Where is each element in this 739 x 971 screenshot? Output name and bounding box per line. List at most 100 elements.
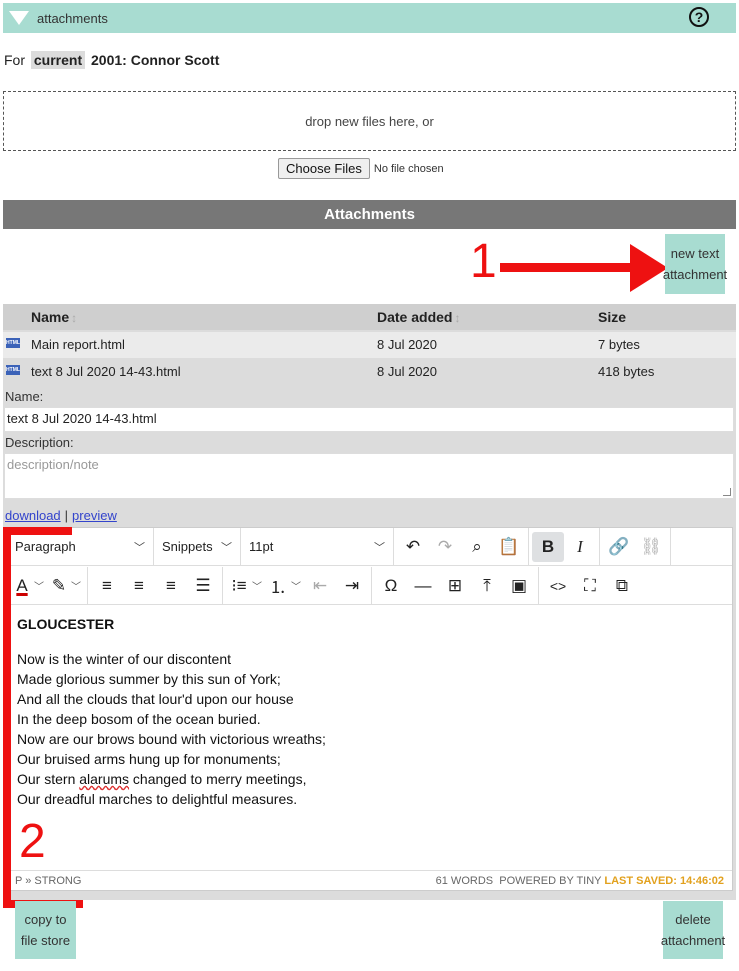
row-date: 8 Jul 2020	[377, 337, 437, 352]
italic-icon[interactable]: I	[564, 532, 596, 562]
row-date: 8 Jul 2020	[377, 364, 437, 379]
annotation-bracket-left	[3, 527, 11, 907]
special-character-icon[interactable]: Ω	[375, 571, 407, 601]
content-heading: GLOUCESTER	[17, 616, 115, 632]
collapse-triangle-icon[interactable]	[9, 11, 29, 25]
help-icon[interactable]: ?	[689, 7, 709, 27]
chevron-down-icon: ﹀	[374, 541, 385, 554]
table-icon[interactable]: ⊞	[439, 571, 471, 601]
element-path[interactable]: P » STRONG	[15, 875, 81, 887]
image-icon[interactable]: ▣	[503, 571, 535, 601]
panel-title: attachments	[37, 10, 108, 26]
chevron-down-icon: ﹀	[134, 541, 145, 554]
resize-handle-icon[interactable]	[723, 488, 731, 496]
text-color-icon[interactable]: A	[10, 571, 34, 601]
chevron-down-icon: ﹀	[221, 541, 232, 554]
editor-toolbar-row-1: Paragraph ﹀ Snippets ﹀ 11pt ﹀ ↶ ↷ ⌕ 📋 B I 🔗…	[7, 528, 732, 566]
align-center-icon[interactable]: ≡	[123, 571, 155, 601]
numbered-list-icon[interactable]: ⒈	[265, 571, 291, 601]
source-code-icon[interactable]: <>	[542, 571, 574, 601]
content-line: And all the clouds that lour'd upon our …	[17, 691, 294, 707]
row-name[interactable]: Main report.html	[31, 337, 125, 352]
file-status: No file chosen	[373, 162, 444, 175]
editor-statusbar: P » STRONG 61 WORDS POWERED BY TINY LAST…	[7, 870, 732, 890]
align-left-icon[interactable]: ≡	[91, 571, 123, 601]
record-context-line: For current 2001: Connor Scott	[4, 51, 219, 69]
word-count[interactable]: 61 WORDS	[436, 875, 493, 887]
row-size: 418 bytes	[598, 364, 655, 379]
align-right-icon[interactable]: ≡	[155, 571, 187, 601]
redo-icon[interactable]: ↷	[429, 532, 461, 562]
align-justify-icon[interactable]: ☰	[187, 571, 219, 601]
section-title: Attachments	[324, 206, 415, 223]
delete-line1: delete	[675, 912, 711, 927]
search-icon[interactable]: ⌕	[461, 532, 493, 562]
chevron-down-icon[interactable]: ﹀	[71, 578, 81, 593]
chevron-down-icon[interactable]: ﹀	[34, 578, 44, 593]
download-link[interactable]: download	[5, 508, 61, 523]
description-textarea[interactable]: description/note	[4, 453, 734, 499]
column-header-size: Size	[598, 309, 627, 325]
annotation-arrow-shaft	[500, 263, 635, 272]
bullet-list-icon[interactable]: ⁝≡	[226, 571, 252, 601]
html-file-icon: HTML	[6, 365, 20, 375]
new-text-attachment-button[interactable]: new text attachment	[662, 234, 728, 294]
file-dropzone[interactable]: drop new files here, or	[3, 91, 736, 151]
content-line: Now is the winter of our discontent	[17, 651, 231, 667]
link-separator: |	[64, 508, 69, 523]
link-icon[interactable]: 🔗	[603, 532, 635, 562]
fullscreen-icon[interactable]: ⛶	[574, 571, 606, 601]
content-line: Our dreadful marches to delightful measu…	[17, 791, 298, 807]
content-line: Our stern alarums changed to merry meeti…	[17, 771, 307, 787]
annotation-number-2: 2	[19, 815, 46, 868]
attachments-panel-header[interactable]: attachments ?	[3, 3, 736, 33]
copy-line2: file store	[20, 933, 71, 948]
content-line: Our bruised arms hung up for monuments;	[17, 751, 281, 767]
table-row[interactable]: HTML text 8 Jul 2020 14-43.html 8 Jul 20…	[3, 359, 736, 385]
delete-attachment-button[interactable]: delete attachment	[661, 901, 725, 959]
editor-content[interactable]: GLOUCESTER Now is the winter of our disc…	[17, 616, 717, 809]
new-text-line1: new text	[670, 246, 720, 261]
bold-icon[interactable]: B	[532, 531, 564, 562]
choose-files-button[interactable]: Choose Files	[278, 158, 370, 179]
new-text-line2: attachment	[662, 267, 728, 282]
description-label: Description:	[5, 435, 74, 450]
undo-icon[interactable]: ↶	[397, 532, 429, 562]
current-badge: current	[30, 51, 86, 69]
column-header-date[interactable]: Date added ↕	[377, 309, 460, 325]
name-label: Name:	[5, 389, 44, 404]
html-file-icon: HTML	[6, 338, 20, 348]
help-popout-icon[interactable]: ⧉	[606, 571, 638, 601]
name-input[interactable]: text 8 Jul 2020 14-43.html	[4, 407, 734, 432]
outdent-icon[interactable]: ⇤	[304, 571, 336, 601]
row-size: 7 bytes	[598, 337, 640, 352]
unlink-icon[interactable]: ⛓	[635, 532, 667, 562]
copy-to-file-store-button[interactable]: copy to file store	[15, 901, 76, 959]
paste-icon[interactable]: 📋	[493, 532, 525, 562]
powered-by[interactable]: POWERED BY TINY	[499, 875, 601, 887]
dropzone-text: drop new files here, or	[305, 113, 434, 129]
snippets-dropdown[interactable]: Snippets ﹀	[154, 528, 240, 565]
font-size-dropdown[interactable]: 11pt ﹀	[241, 528, 393, 565]
editor-toolbar-row-2: A ﹀ ✎ ﹀ ≡ ≡ ≡ ☰ ⁝≡ ﹀ ⒈ ﹀ ⇤ ⇥ Ω — ⊞ ⤒ ▣ <…	[7, 567, 732, 605]
indent-icon[interactable]: ⇥	[336, 571, 368, 601]
highlight-icon[interactable]: ✎	[47, 571, 71, 601]
for-prefix: For	[4, 52, 25, 68]
attachments-section-header: Attachments	[3, 200, 736, 229]
insert-upload-icon[interactable]: ⤒	[471, 571, 503, 601]
column-header-name[interactable]: Name ↕	[31, 309, 77, 325]
chevron-down-icon[interactable]: ﹀	[291, 578, 301, 593]
table-row[interactable]: HTML Main report.html 8 Jul 2020 7 bytes	[3, 332, 736, 358]
horizontal-line-icon[interactable]: —	[407, 571, 439, 601]
annotation-number-1: 1	[470, 235, 497, 288]
copy-line1: copy to	[24, 912, 67, 927]
content-line: Now are our brows bound with victorious …	[17, 731, 326, 747]
chevron-down-icon[interactable]: ﹀	[252, 578, 262, 593]
row-name[interactable]: text 8 Jul 2020 14-43.html	[31, 364, 181, 379]
content-line: Made glorious summer by this sun of York…	[17, 671, 281, 687]
sort-icon: ↕	[71, 311, 78, 325]
spellcheck-word: alarums	[79, 771, 130, 787]
last-saved: LAST SAVED: 14:46:02	[604, 874, 724, 887]
preview-link[interactable]: preview	[72, 508, 117, 523]
content-line: In the deep bosom of the ocean buried.	[17, 711, 261, 727]
